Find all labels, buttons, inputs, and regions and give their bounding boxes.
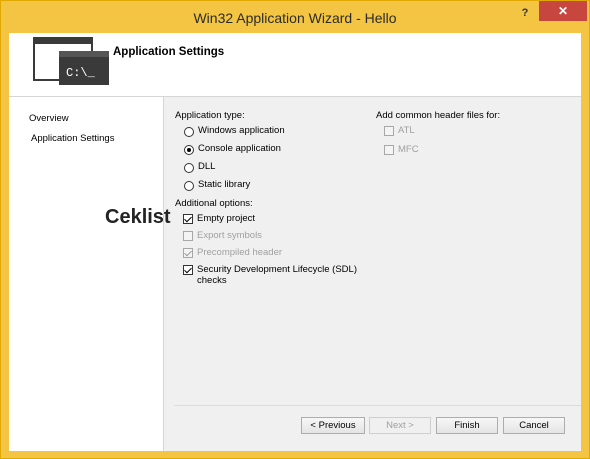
wizard-header: C:\_ Application Settings xyxy=(9,33,581,97)
nav-item-application-settings[interactable]: Application Settings xyxy=(31,133,114,144)
finish-button[interactable]: Finish xyxy=(436,417,498,434)
label-atl: ATL xyxy=(398,125,415,136)
radio-dll[interactable] xyxy=(184,163,194,173)
console-app-icon: C:\_ xyxy=(33,37,113,87)
help-icon[interactable]: ? xyxy=(518,6,532,20)
radio-windows-application[interactable] xyxy=(184,127,194,137)
label-sdl-checks[interactable]: Security Development Lifecycle (SDL) xyxy=(197,264,357,275)
page-title: Application Settings xyxy=(113,46,225,58)
label-console-application[interactable]: Console application xyxy=(198,143,281,154)
application-type-label: Application type: xyxy=(175,110,245,121)
checkbox-empty-project[interactable] xyxy=(183,214,193,224)
settings-panel: Application type: Windows application Co… xyxy=(164,97,581,451)
label-sdl-checks-line2[interactable]: checks xyxy=(197,275,227,286)
previous-button[interactable]: < Previous xyxy=(301,417,365,434)
radio-static-library[interactable] xyxy=(184,181,194,191)
label-mfc: MFC xyxy=(398,144,419,155)
additional-options-label: Additional options: xyxy=(175,198,253,209)
checkbox-sdl-checks[interactable] xyxy=(183,265,193,275)
overlay-annotation: Ceklist xyxy=(105,206,171,228)
radio-console-application[interactable] xyxy=(184,145,194,155)
nav-item-overview[interactable]: Overview xyxy=(29,113,69,124)
wizard-window: Win32 Application Wizard - Hello ? ✕ C:\… xyxy=(0,0,590,459)
label-dll[interactable]: DLL xyxy=(198,161,215,172)
label-empty-project[interactable]: Empty project xyxy=(197,213,255,224)
checkbox-atl xyxy=(384,126,394,136)
wizard-client-area: C:\_ Application Settings Overview Appli… xyxy=(9,33,581,451)
cancel-button[interactable]: Cancel xyxy=(503,417,565,434)
button-separator xyxy=(174,405,581,406)
title-bar[interactable]: Win32 Application Wizard - Hello ? ✕ xyxy=(1,1,589,35)
console-prompt-text: C:\_ xyxy=(66,66,96,80)
wizard-nav: Overview Application Settings xyxy=(9,97,164,451)
window-title: Win32 Application Wizard - Hello xyxy=(193,10,397,26)
label-export-symbols: Export symbols xyxy=(197,230,262,241)
label-static-library[interactable]: Static library xyxy=(198,179,250,190)
label-precompiled-header: Precompiled header xyxy=(197,247,283,258)
common-headers-label: Add common header files for: xyxy=(376,110,501,121)
checkbox-precompiled-header xyxy=(183,248,193,258)
label-windows-application[interactable]: Windows application xyxy=(198,125,285,136)
close-button[interactable]: ✕ xyxy=(539,1,587,21)
checkbox-export-symbols xyxy=(183,231,193,241)
next-button: Next > xyxy=(369,417,431,434)
checkbox-mfc xyxy=(384,145,394,155)
